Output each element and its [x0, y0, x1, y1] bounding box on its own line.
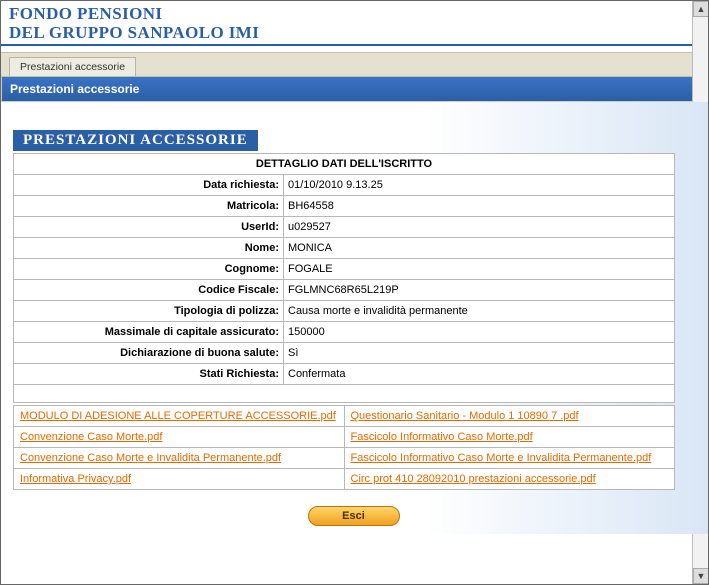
label-stato: Stati Richiesta: — [14, 364, 284, 385]
header-line2: DEL GRUPPO SANPAOLO IMI — [9, 24, 700, 43]
value-data-richiesta: 01/10/2010 9.13.25 — [284, 175, 675, 196]
label-userid: UserId: — [14, 217, 284, 238]
tab-bar: Prestazioni accessorie — [1, 52, 708, 77]
value-stato: Confermata — [284, 364, 675, 385]
chevron-up-icon: ▲ — [697, 4, 706, 14]
links-row: Convenzione Caso Morte.pdf Fascicolo Inf… — [14, 427, 675, 448]
link-convenzione-caso-morte[interactable]: Convenzione Caso Morte.pdf — [20, 431, 162, 443]
link-circolare[interactable]: Circ prot 410 28092010 prestazioni acces… — [351, 473, 596, 485]
row-matricola: Matricola: BH64558 — [14, 196, 675, 217]
row-dichiarazione: Dichiarazione di buona salute: Sì — [14, 343, 675, 364]
row-userid: UserId: u029527 — [14, 217, 675, 238]
value-tipologia: Causa morte e invalidità permanente — [284, 301, 675, 322]
chevron-down-icon: ▼ — [697, 571, 706, 581]
link-modulo-adesione[interactable]: MODULO DI ADESIONE ALLE COPERTURE ACCESS… — [20, 410, 336, 422]
row-cognome: Cognome: FOGALE — [14, 259, 675, 280]
detail-table: DETTAGLIO DATI DELL'ISCRITTO Data richie… — [13, 153, 675, 403]
app-window: ▲ ▼ FONDO PENSIONI DEL GRUPPO SANPAOLO I… — [0, 0, 709, 585]
row-codice-fiscale: Codice Fiscale: FGLMNC68R65L219P — [14, 280, 675, 301]
scroll-up-button[interactable]: ▲ — [693, 1, 709, 17]
link-convenzione-invalidita[interactable]: Convenzione Caso Morte e Invalidita Perm… — [20, 452, 281, 464]
content-area: PRESTAZIONI ACCESSORIE DETTAGLIO DATI DE… — [1, 102, 708, 534]
detail-header: DETTAGLIO DATI DELL'ISCRITTO — [14, 154, 675, 175]
scroll-down-button[interactable]: ▼ — [693, 568, 709, 584]
tab-prestazioni-accessorie[interactable]: Prestazioni accessorie — [9, 57, 136, 76]
site-header: FONDO PENSIONI DEL GRUPPO SANPAOLO IMI — [1, 1, 708, 46]
row-tipologia: Tipologia di polizza: Causa morte e inva… — [14, 301, 675, 322]
link-informativa-privacy[interactable]: Informativa Privacy.pdf — [20, 473, 131, 485]
links-row: Convenzione Caso Morte e Invalidita Perm… — [14, 448, 675, 469]
link-fascicolo-caso-morte[interactable]: Fascicolo Informativo Caso Morte.pdf — [351, 431, 533, 443]
label-massimale: Massimale di capitale assicurato: — [14, 322, 284, 343]
row-massimale: Massimale di capitale assicurato: 150000 — [14, 322, 675, 343]
link-fascicolo-invalidita[interactable]: Fascicolo Informativo Caso Morte e Inval… — [351, 452, 652, 464]
label-nome: Nome: — [14, 238, 284, 259]
value-codice-fiscale: FGLMNC68R65L219P — [284, 280, 675, 301]
links-row: MODULO DI ADESIONE ALLE COPERTURE ACCESS… — [14, 406, 675, 427]
label-matricola: Matricola: — [14, 196, 284, 217]
value-userid: u029527 — [284, 217, 675, 238]
value-dichiarazione: Sì — [284, 343, 675, 364]
label-tipologia: Tipologia di polizza: — [14, 301, 284, 322]
links-row: Informativa Privacy.pdf Circ prot 410 28… — [14, 469, 675, 490]
button-row: Esci — [13, 506, 694, 526]
spacer-cell — [14, 385, 675, 403]
row-data-richiesta: Data richiesta: 01/10/2010 9.13.25 — [14, 175, 675, 196]
label-data-richiesta: Data richiesta: — [14, 175, 284, 196]
row-nome: Nome: MONICA — [14, 238, 675, 259]
row-stato: Stati Richiesta: Confermata — [14, 364, 675, 385]
label-cognome: Cognome: — [14, 259, 284, 280]
value-cognome: FOGALE — [284, 259, 675, 280]
value-massimale: 150000 — [284, 322, 675, 343]
links-table: MODULO DI ADESIONE ALLE COPERTURE ACCESS… — [13, 405, 675, 490]
value-matricola: BH64558 — [284, 196, 675, 217]
value-nome: MONICA — [284, 238, 675, 259]
section-title: PRESTAZIONI ACCESSORIE — [13, 130, 258, 151]
link-questionario-sanitario[interactable]: Questionario Sanitario - Modulo 1 10890 … — [351, 410, 579, 422]
label-codice-fiscale: Codice Fiscale: — [14, 280, 284, 301]
section-bar: Prestazioni accessorie — [1, 77, 708, 102]
label-dichiarazione: Dichiarazione di buona salute: — [14, 343, 284, 364]
esci-button[interactable]: Esci — [308, 506, 400, 526]
header-line1: FONDO PENSIONI — [9, 5, 700, 24]
